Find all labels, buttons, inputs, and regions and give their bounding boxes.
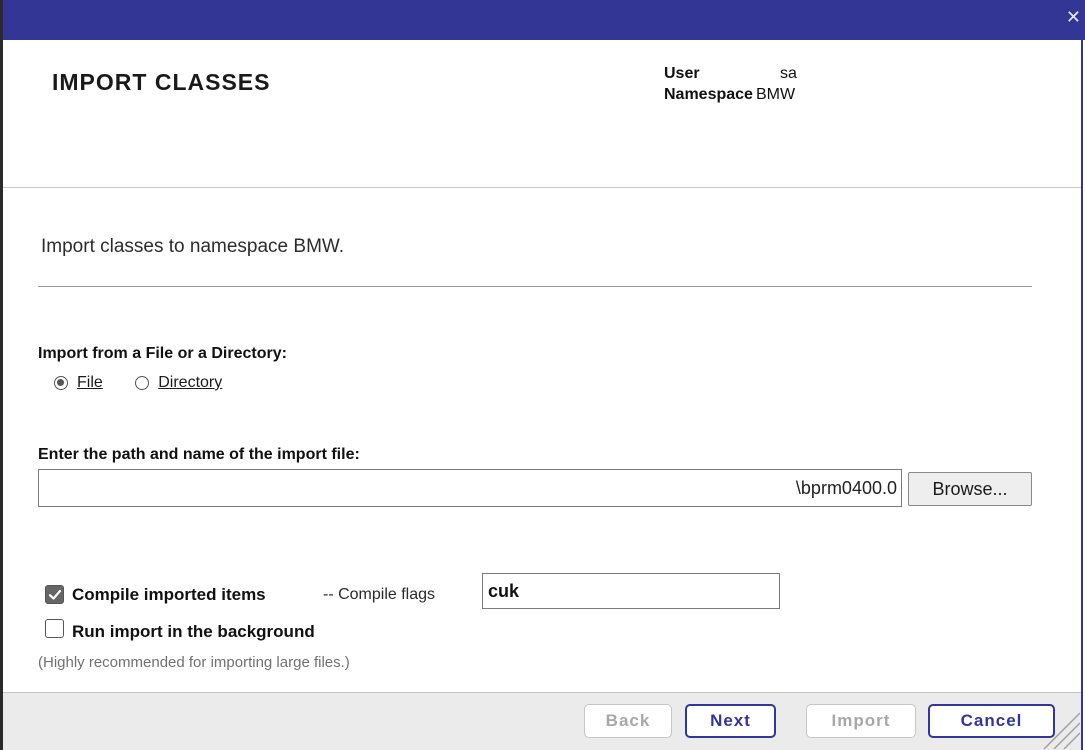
session-info: User sa Namespace BMW [664, 63, 797, 105]
source-radio-group: File Directory [54, 374, 250, 398]
namespace-row: Namespace BMW [664, 84, 797, 105]
user-value: sa [780, 65, 797, 82]
window-right-edge [1081, 40, 1083, 750]
content-divider [38, 286, 1032, 287]
compile-label: Compile imported items [72, 585, 266, 604]
import-button[interactable]: Import [806, 704, 916, 738]
dialog-header [3, 40, 1081, 187]
file-radio-label[interactable]: File [77, 374, 103, 392]
background-checkbox[interactable] [45, 619, 64, 638]
path-input[interactable] [38, 469, 902, 507]
file-radio-button[interactable] [54, 376, 68, 390]
page-title: IMPORT CLASSES [52, 69, 271, 95]
window-titlebar[interactable]: ✕ [3, 0, 1085, 40]
directory-radio-button[interactable] [135, 376, 150, 390]
checkmark-icon [48, 589, 62, 600]
close-icon[interactable]: ✕ [1066, 8, 1081, 28]
file-radio[interactable]: File [54, 374, 103, 392]
directory-radio-label[interactable]: Directory [158, 374, 222, 392]
resize-grip-icon[interactable] [1040, 705, 1080, 749]
namespace-label: Namespace [664, 86, 753, 103]
header-divider [3, 187, 1081, 188]
source-label: Import from a File or a Directory: [38, 345, 287, 362]
namespace-value: BMW [755, 86, 796, 103]
dialog-footer [3, 692, 1081, 750]
path-label: Enter the path and name of the import fi… [38, 446, 360, 463]
background-hint: (Highly recommended for importing large … [38, 654, 350, 671]
user-row: User sa [664, 63, 797, 84]
compile-flags-label: -- Compile flags [323, 586, 436, 603]
background-label: Run import in the background [72, 622, 315, 641]
next-button[interactable]: Next [685, 704, 776, 738]
user-label: User [664, 65, 700, 82]
directory-radio[interactable]: Directory [135, 374, 222, 392]
browse-button[interactable]: Browse... [908, 472, 1032, 506]
compile-flags-input[interactable] [482, 573, 780, 609]
back-button[interactable]: Back [584, 704, 672, 738]
compile-checkbox[interactable] [45, 585, 64, 604]
cancel-button[interactable]: Cancel [928, 704, 1055, 738]
intro-text: Import classes to namespace BMW. [41, 236, 345, 257]
